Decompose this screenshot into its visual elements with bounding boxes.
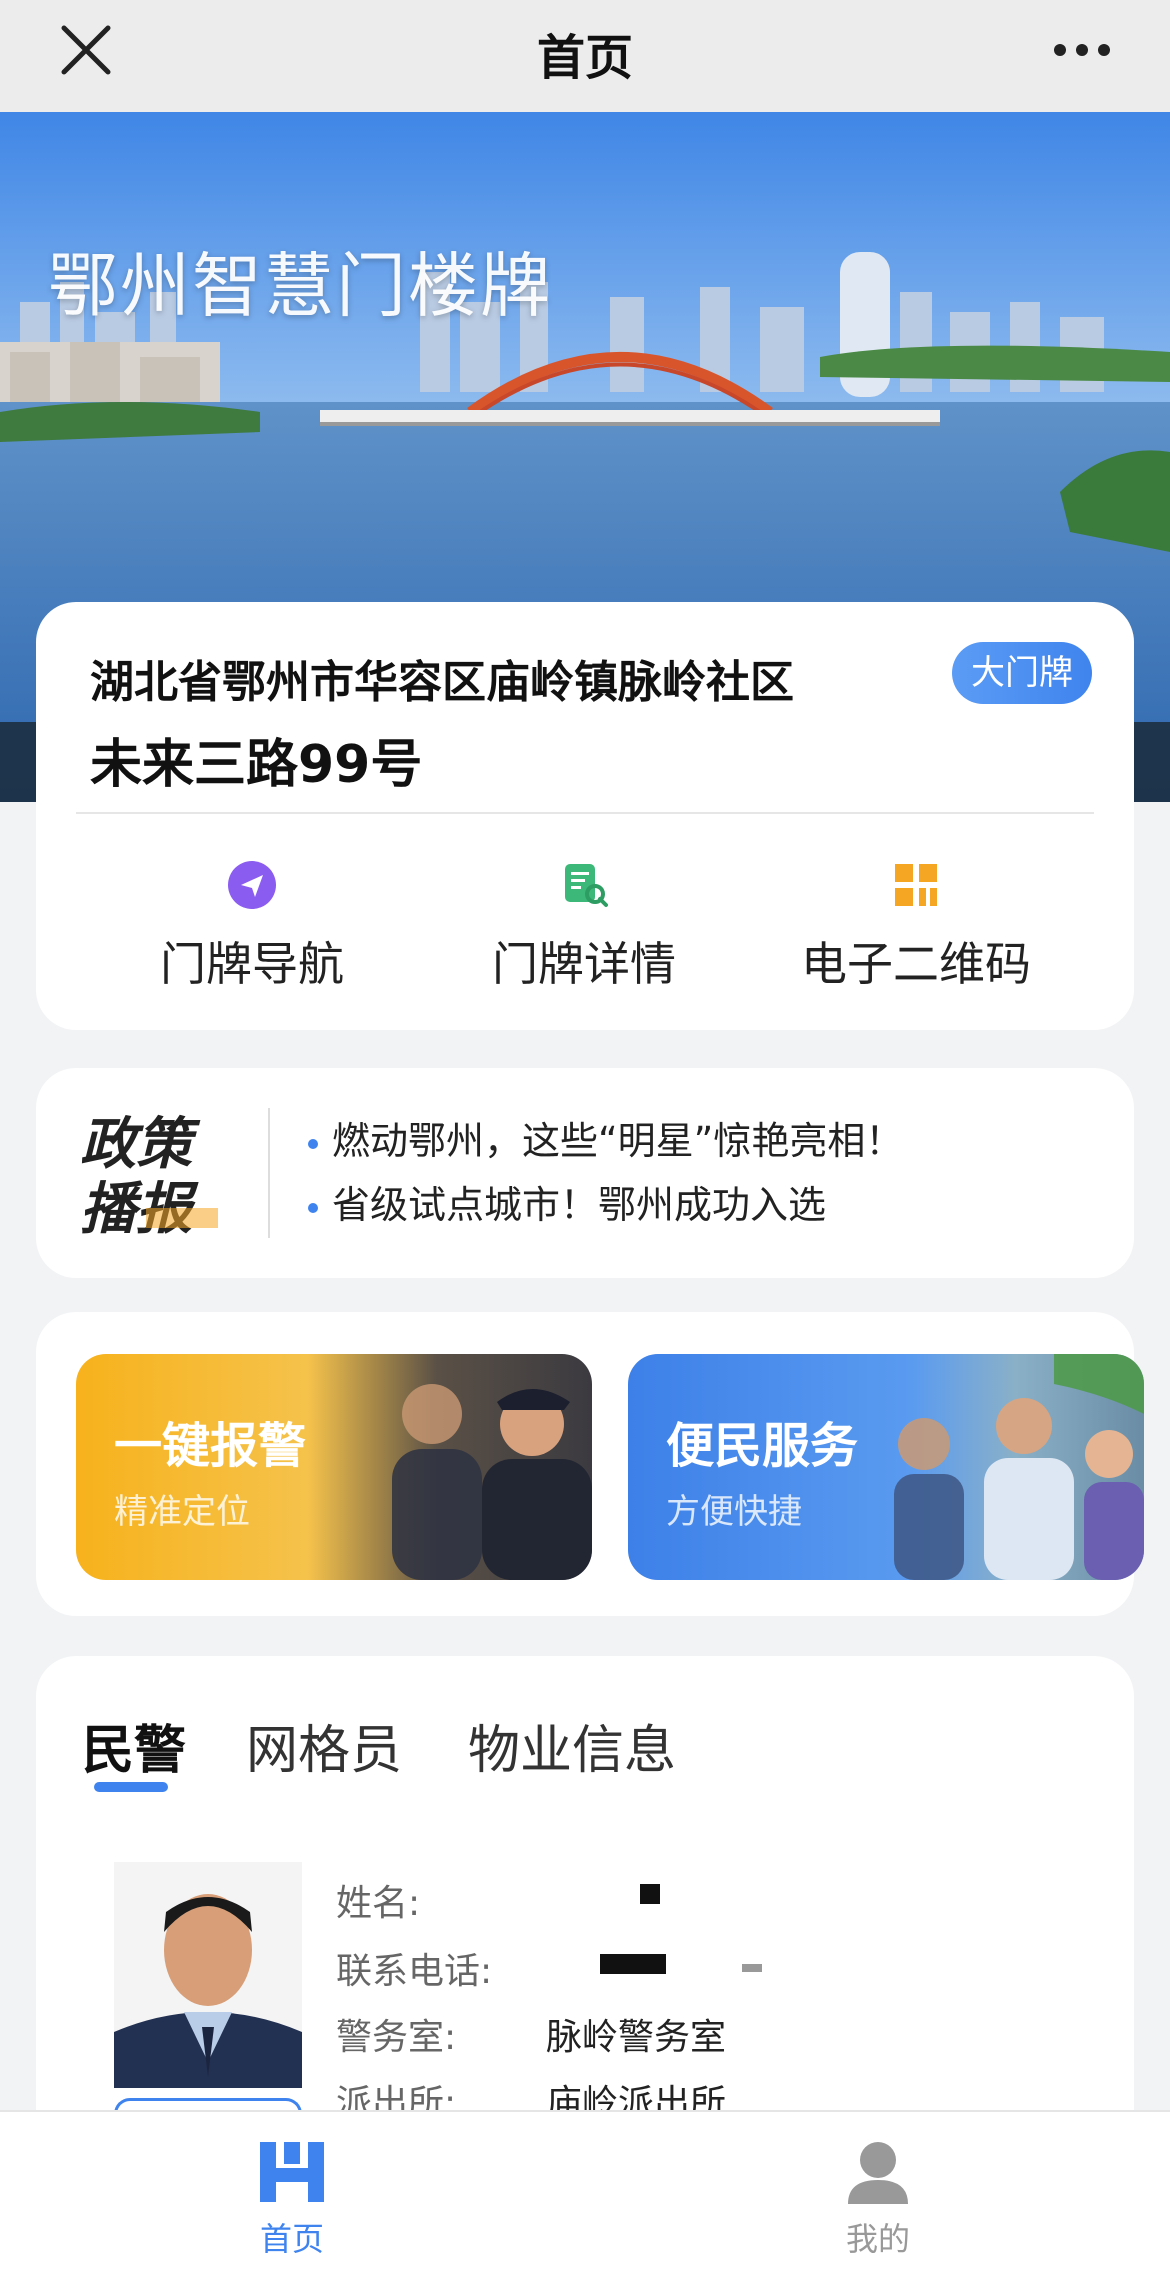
tabbar-label: 首页	[259, 2220, 324, 2258]
page-title: 首页	[536, 30, 633, 86]
hero-title: 鄂州智慧门楼牌	[48, 245, 552, 327]
svg-text:播报: 播报	[80, 1177, 199, 1238]
address-line-2: 未来三路99号	[90, 735, 423, 795]
divider	[76, 812, 1094, 814]
police-officers-image	[392, 1384, 592, 1580]
tabbar-label: 我的	[845, 2220, 910, 2258]
redacted-name	[640, 1884, 660, 1904]
active-tab-indicator	[94, 1782, 168, 1792]
policy-news-text: 燃动鄂州，这些“明星”惊艳亮相！	[332, 1119, 904, 1163]
police-office-label: 警务室:	[336, 2017, 457, 2058]
policy-news-item[interactable]: 省级试点城市！鄂州成功入选	[308, 1174, 826, 1229]
address-line-1: 湖北省鄂州市华容区庙岭镇脉岭社区	[90, 657, 794, 708]
name-label: 姓名:	[336, 1883, 421, 1924]
address-card: 湖北省鄂州市华容区庙岭镇脉岭社区 未来三路99号 大门牌 门牌导航 门牌详情 电…	[36, 602, 1134, 1030]
navigation-icon	[228, 861, 276, 909]
qrcode-grid-icon	[895, 864, 937, 906]
policy-broadcast-logo: 政策 播报	[80, 1112, 218, 1238]
convenience-service-button[interactable]: 便民服务 方便快捷	[628, 1354, 1144, 1580]
redacted-phone	[600, 1954, 666, 1974]
policy-news-text: 省级试点城市！鄂州成功入选	[332, 1183, 827, 1227]
action-qr-code[interactable]: 电子二维码	[756, 860, 1076, 994]
door-plate-type-badge[interactable]: 大门牌	[952, 642, 1092, 704]
police-office-value: 脉岭警务室	[546, 2017, 727, 2058]
action-label: 电子二维码	[801, 937, 1031, 991]
user-icon	[848, 2142, 908, 2204]
divider	[268, 1108, 270, 1238]
home-icon	[260, 2142, 324, 2202]
bullet-icon	[308, 1138, 318, 1149]
tabbar-item-mine[interactable]: 我的	[778, 2140, 978, 2260]
action-label: 门牌详情	[492, 937, 676, 991]
avatar	[114, 1862, 302, 2088]
action-plate-navigation[interactable]: 门牌导航	[92, 860, 412, 994]
tab-property-info[interactable]: 物业信息	[468, 1708, 676, 1783]
one-key-alarm-button[interactable]: 一键报警 精准定位	[76, 1354, 592, 1580]
policy-broadcast-card[interactable]: 政策 播报 燃动鄂州，这些“明星”惊艳亮相！ 省级试点城市！鄂州成功入选	[36, 1068, 1134, 1278]
svg-text:政策: 政策	[80, 1112, 201, 1177]
service-subtitle: 方便快捷	[666, 1492, 802, 1532]
services-card: 一键报警 精准定位 便民服务 方便快捷	[36, 1312, 1144, 1616]
bullet-icon	[308, 1202, 318, 1213]
document-search-icon	[565, 864, 608, 907]
tab-police[interactable]: 民警	[82, 1708, 186, 1783]
service-title: 便民服务	[666, 1418, 859, 1474]
service-title: 一键报警	[114, 1418, 307, 1474]
action-label: 门牌导航	[160, 937, 344, 991]
service-subtitle: 精准定位	[114, 1492, 250, 1532]
tab-grid-worker[interactable]: 网格员	[246, 1708, 402, 1783]
action-plate-details[interactable]: 门牌详情	[424, 860, 744, 994]
tabbar-item-home[interactable]: 首页	[192, 2140, 392, 2260]
navigation-bar: 首页	[0, 0, 1170, 112]
policy-news-item[interactable]: 燃动鄂州，这些“明星”惊艳亮相！	[308, 1110, 903, 1165]
bottom-tab-bar: 首页 我的	[0, 2110, 1170, 2281]
more-icon[interactable]	[1042, 30, 1122, 70]
redacted-phone-mark	[742, 1964, 762, 1972]
phone-label: 联系电话:	[336, 1951, 493, 1992]
service-officers-image	[894, 1354, 1144, 1580]
